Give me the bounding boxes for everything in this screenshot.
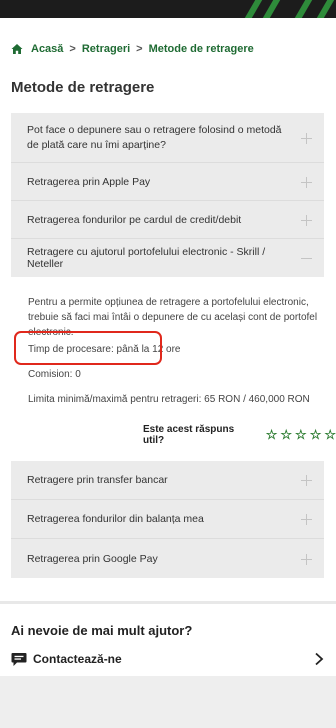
star-icon[interactable]: ☆ xyxy=(310,428,322,441)
faq-item-label: Retragerea fondurilor din balanța mea xyxy=(27,513,204,525)
home-icon[interactable] xyxy=(11,43,23,55)
faq-item-bank-transfer[interactable]: Retragere prin transfer bancar xyxy=(11,461,324,500)
expand-plus-icon[interactable] xyxy=(301,553,312,565)
highlight-box xyxy=(14,331,162,365)
faq-item-balance[interactable]: Retragerea fondurilor din balanța mea xyxy=(11,500,324,539)
expand-plus-icon[interactable] xyxy=(301,475,312,486)
expand-plus-icon[interactable] xyxy=(301,132,312,144)
faq-item-label: Retragerea fondurilor pe cardul de credi… xyxy=(27,213,242,226)
breadcrumb-current[interactable]: Metode de retragere xyxy=(149,43,254,55)
breadcrumb-home[interactable]: Acasă xyxy=(31,43,63,55)
faq-list-bottom: Retragere prin transfer bancar Retragere… xyxy=(11,461,324,578)
expand-plus-icon[interactable] xyxy=(301,214,312,226)
star-icon[interactable]: ☆ xyxy=(280,428,292,441)
faq-item-third-party-payment[interactable]: Pot face o depunere sau o retragere folo… xyxy=(11,113,324,163)
faq-item-ewallet[interactable]: Retragere cu ajutorul portofelului elect… xyxy=(11,239,324,277)
faq-item-card[interactable]: Retragerea fondurilor pe cardul de credi… xyxy=(11,201,324,239)
expand-plus-icon[interactable] xyxy=(301,514,312,525)
faq-item-label: Pot face o depunere sau o retragere folo… xyxy=(27,123,282,151)
faq-item-label: Retragere cu ajutorul portofelului elect… xyxy=(27,246,266,270)
footer-band xyxy=(0,676,336,728)
breadcrumb-separator: > xyxy=(69,43,76,55)
top-banner xyxy=(0,0,336,18)
star-icon[interactable]: ☆ xyxy=(266,428,278,441)
answer-limits: Limita minimă/maximă pentru retrageri: 6… xyxy=(28,394,310,405)
banner-stripe xyxy=(294,0,313,18)
expand-plus-icon[interactable] xyxy=(301,176,312,188)
star-icon[interactable]: ☆ xyxy=(295,428,307,441)
breadcrumb: Acasă > Retrageri > Metode de retragere xyxy=(11,42,254,56)
answer-commission: Comision: 0 xyxy=(28,369,81,380)
contact-us-link[interactable]: Contactează-ne xyxy=(11,649,324,669)
banner-stripe xyxy=(244,0,263,18)
rating-stars: ☆ ☆ ☆ ☆ ☆ xyxy=(263,428,336,441)
contact-label: Contactează-ne xyxy=(33,652,122,666)
rating-widget: Este acest răspuns util? ☆ ☆ ☆ ☆ ☆ xyxy=(143,424,336,446)
collapse-minus-icon[interactable] xyxy=(301,253,312,264)
faq-list-top: Pot face o depunere sau o retragere folo… xyxy=(11,113,324,277)
banner-stripe xyxy=(262,0,281,18)
help-title: Ai nevoie de mai mult ajutor? xyxy=(11,623,193,638)
chevron-right-icon xyxy=(315,652,324,666)
faq-item-label: Retragere prin transfer bancar xyxy=(27,474,168,486)
faq-item-label: Retragerea prin Google Pay xyxy=(27,552,158,565)
chat-bubble-icon xyxy=(11,652,27,666)
faq-item-apple-pay[interactable]: Retragerea prin Apple Pay xyxy=(11,163,324,201)
breadcrumb-separator: > xyxy=(136,43,143,55)
breadcrumb-withdrawals[interactable]: Retrageri xyxy=(82,43,130,55)
page-title: Metode de retragere xyxy=(11,79,155,96)
rating-question: Este acest răspuns util? xyxy=(143,424,235,446)
section-divider xyxy=(0,601,336,604)
banner-stripe xyxy=(316,0,335,18)
faq-item-label: Retragerea prin Apple Pay xyxy=(27,175,151,188)
faq-item-google-pay[interactable]: Retragerea prin Google Pay xyxy=(11,539,324,578)
star-icon[interactable]: ☆ xyxy=(324,428,336,441)
